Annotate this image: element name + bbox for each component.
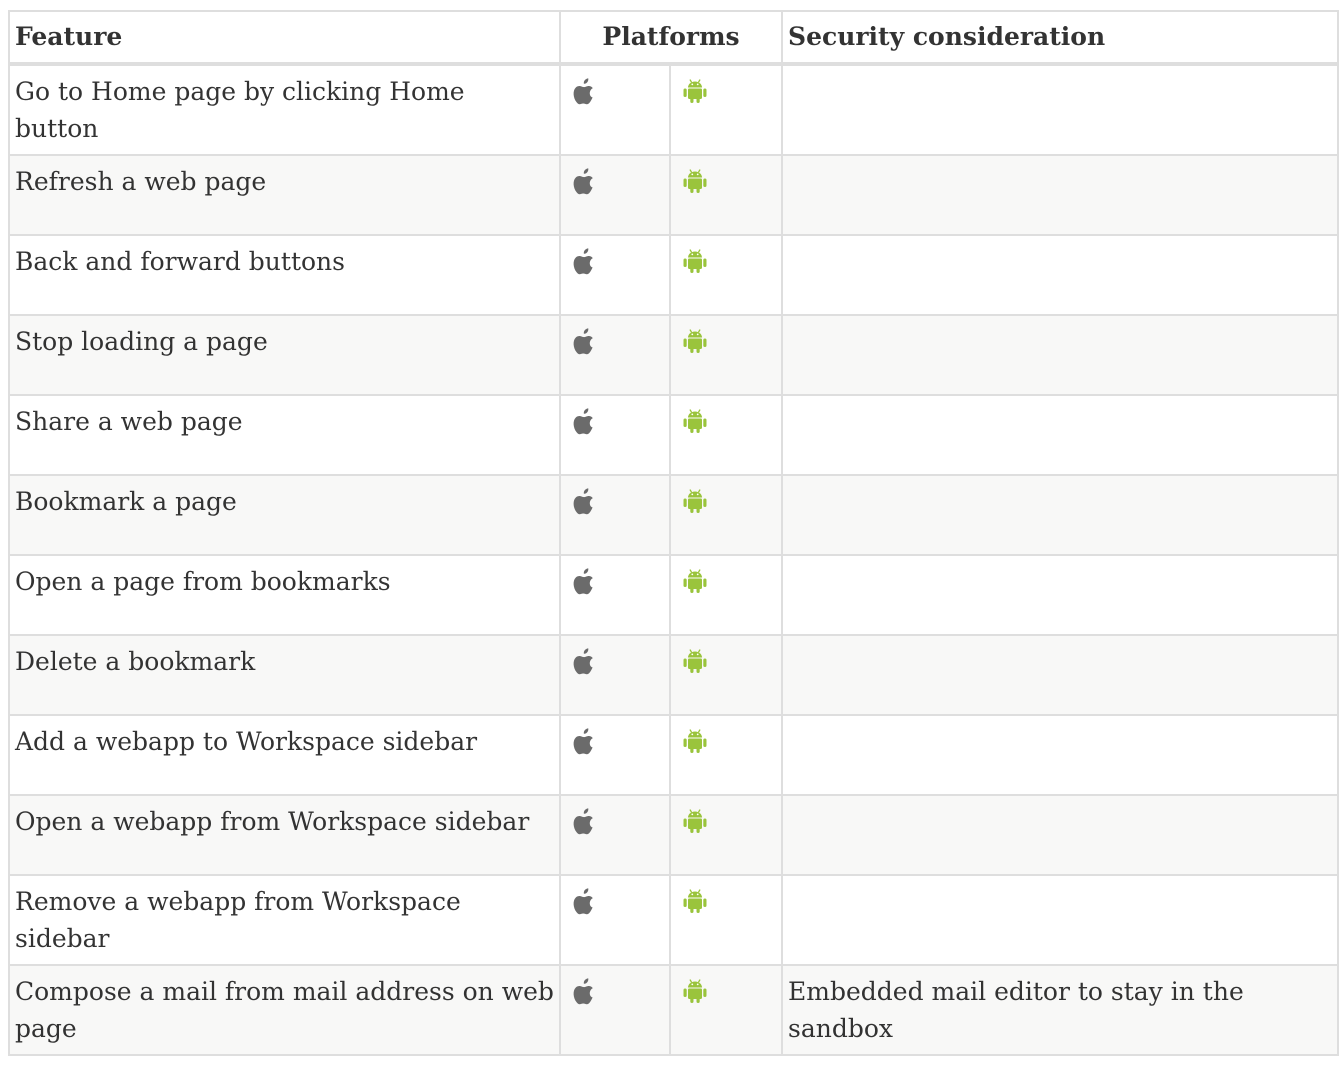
android-icon bbox=[682, 886, 708, 916]
security-consideration-cell bbox=[781, 314, 1339, 396]
security-consideration-cell bbox=[781, 794, 1339, 876]
platform-android-cell bbox=[668, 714, 784, 796]
security-consideration-cell bbox=[781, 874, 1339, 966]
header-security-consideration: Security consideration bbox=[781, 10, 1339, 66]
apple-icon bbox=[571, 976, 597, 1006]
platform-ios-cell bbox=[559, 874, 671, 966]
feature-cell: Go to Home page by clicking Home button bbox=[8, 63, 561, 156]
feature-cell: Stop loading a page bbox=[8, 314, 561, 396]
table-row: Add a webapp to Workspace sidebar bbox=[8, 714, 1339, 796]
android-icon bbox=[682, 646, 708, 676]
feature-cell: Open a webapp from Workspace sidebar bbox=[8, 794, 561, 876]
apple-icon bbox=[571, 326, 597, 356]
apple-icon bbox=[571, 886, 597, 916]
platform-ios-cell bbox=[559, 794, 671, 876]
security-consideration-cell bbox=[781, 63, 1339, 156]
feature-cell: Open a page from bookmarks bbox=[8, 554, 561, 636]
feature-cell: Add a webapp to Workspace sidebar bbox=[8, 714, 561, 796]
platform-ios-cell bbox=[559, 394, 671, 476]
apple-icon bbox=[571, 246, 597, 276]
header-feature: Feature bbox=[8, 10, 561, 66]
platform-android-cell bbox=[668, 794, 784, 876]
feature-cell: Share a web page bbox=[8, 394, 561, 476]
android-icon bbox=[682, 406, 708, 436]
platform-android-cell bbox=[668, 964, 784, 1056]
platform-ios-cell bbox=[559, 554, 671, 636]
platform-ios-cell bbox=[559, 474, 671, 556]
apple-icon bbox=[571, 566, 597, 596]
security-consideration-cell bbox=[781, 714, 1339, 796]
android-icon bbox=[682, 76, 708, 106]
platform-ios-cell bbox=[559, 234, 671, 316]
platform-android-cell bbox=[668, 474, 784, 556]
platform-android-cell bbox=[668, 154, 784, 236]
android-icon bbox=[682, 806, 708, 836]
platform-ios-cell bbox=[559, 634, 671, 716]
table-row: Stop loading a page bbox=[8, 314, 1339, 396]
android-icon bbox=[682, 246, 708, 276]
features-table: Feature Platforms Security consideration… bbox=[8, 10, 1339, 1056]
table-row: Refresh a web page bbox=[8, 154, 1339, 236]
apple-icon bbox=[571, 76, 597, 106]
android-icon bbox=[682, 726, 708, 756]
platform-ios-cell bbox=[559, 154, 671, 236]
platform-android-cell bbox=[668, 234, 784, 316]
apple-icon bbox=[571, 726, 597, 756]
security-consideration-cell bbox=[781, 394, 1339, 476]
feature-cell: Delete a bookmark bbox=[8, 634, 561, 716]
platform-android-cell bbox=[668, 314, 784, 396]
feature-cell: Back and forward buttons bbox=[8, 234, 561, 316]
platform-ios-cell bbox=[559, 714, 671, 796]
table-row: Share a web page bbox=[8, 394, 1339, 476]
platform-android-cell bbox=[668, 63, 784, 156]
security-consideration-cell bbox=[781, 474, 1339, 556]
android-icon bbox=[682, 326, 708, 356]
table-header-row: Feature Platforms Security consideration bbox=[8, 10, 1339, 66]
android-icon bbox=[682, 166, 708, 196]
table-row: Remove a webapp from Workspace sidebar bbox=[8, 874, 1339, 966]
platform-ios-cell bbox=[559, 314, 671, 396]
platform-android-cell bbox=[668, 874, 784, 966]
platform-ios-cell bbox=[559, 964, 671, 1056]
android-icon bbox=[682, 566, 708, 596]
feature-cell: Refresh a web page bbox=[8, 154, 561, 236]
header-platforms: Platforms bbox=[558, 10, 784, 66]
apple-icon bbox=[571, 646, 597, 676]
table-row: Back and forward buttons bbox=[8, 234, 1339, 316]
feature-cell: Bookmark a page bbox=[8, 474, 561, 556]
apple-icon bbox=[571, 486, 597, 516]
security-consideration-cell bbox=[781, 234, 1339, 316]
security-consideration-cell bbox=[781, 634, 1339, 716]
platform-android-cell bbox=[668, 394, 784, 476]
apple-icon bbox=[571, 806, 597, 836]
table-row: Compose a mail from mail address on web … bbox=[8, 964, 1339, 1056]
table-row: Go to Home page by clicking Home button bbox=[8, 63, 1339, 156]
feature-cell: Compose a mail from mail address on web … bbox=[8, 964, 561, 1056]
apple-icon bbox=[571, 166, 597, 196]
table-row: Open a page from bookmarks bbox=[8, 554, 1339, 636]
table-row: Delete a bookmark bbox=[8, 634, 1339, 716]
apple-icon bbox=[571, 406, 597, 436]
platform-ios-cell bbox=[559, 63, 671, 156]
platform-android-cell bbox=[668, 634, 784, 716]
table-row: Bookmark a page bbox=[8, 474, 1339, 556]
android-icon bbox=[682, 976, 708, 1006]
security-consideration-cell bbox=[781, 554, 1339, 636]
security-consideration-cell: Embedded mail editor to stay in the sand… bbox=[781, 964, 1339, 1056]
platform-android-cell bbox=[668, 554, 784, 636]
security-consideration-cell bbox=[781, 154, 1339, 236]
table-row: Open a webapp from Workspace sidebar bbox=[8, 794, 1339, 876]
android-icon bbox=[682, 486, 708, 516]
feature-cell: Remove a webapp from Workspace sidebar bbox=[8, 874, 561, 966]
